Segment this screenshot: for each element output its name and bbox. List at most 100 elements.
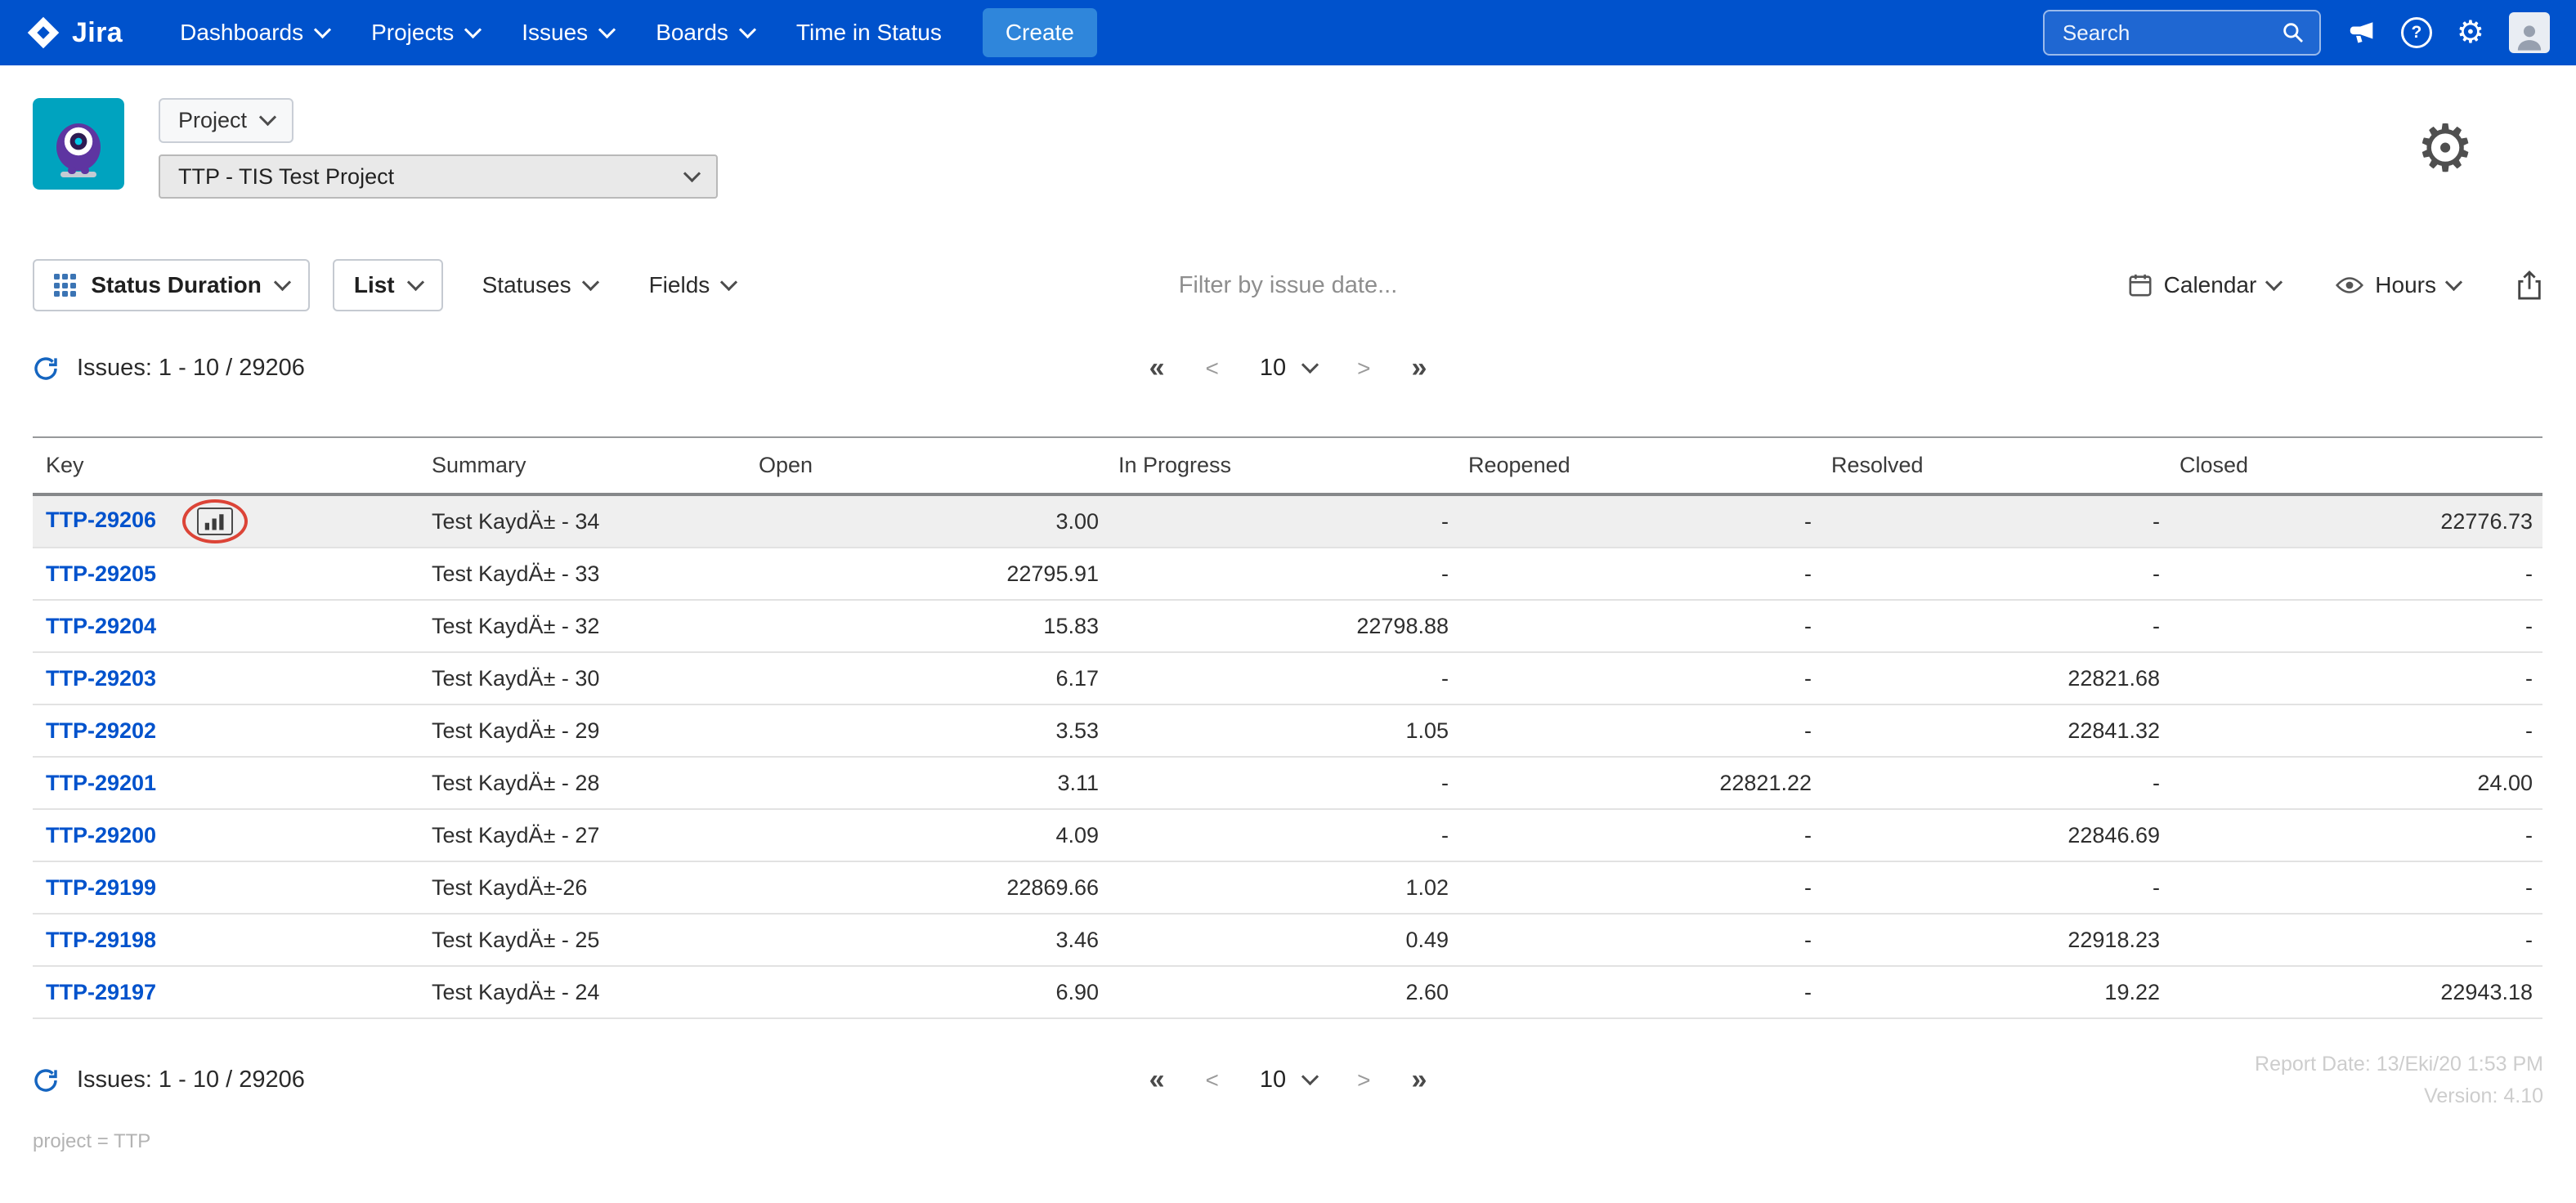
chevron-down-icon: [738, 20, 757, 38]
export-icon[interactable]: [2516, 270, 2543, 301]
plugin-version: Version: 4.10: [2424, 1084, 2543, 1107]
col-reopened: Reopened: [1458, 436, 1821, 496]
top-navbar: Jira Dashboards Projects Issues Boards T…: [0, 0, 2576, 65]
cell-open: 6.17: [749, 652, 1109, 705]
cell-key: TTP-29206: [33, 494, 422, 548]
time-format-dropdown[interactable]: Hours: [2336, 272, 2463, 298]
chevron-down-icon: [1301, 1068, 1319, 1086]
feedback-megaphone-icon[interactable]: [2347, 20, 2377, 46]
cell-open: 3.46: [749, 914, 1109, 967]
issue-date-filter-input[interactable]: [1023, 270, 1553, 301]
cell-closed: 24.00: [2170, 757, 2542, 810]
list-controls-bottom: Issues: 1 - 10 / 29206 « < 10 > » Report…: [0, 1049, 2576, 1112]
cell-resolved: -: [1821, 494, 2170, 548]
issue-key-link[interactable]: TTP-29204: [46, 614, 156, 638]
issue-key-link[interactable]: TTP-29198: [46, 928, 156, 952]
search-box: [2042, 10, 2321, 56]
calendar-dropdown[interactable]: Calendar: [2128, 272, 2283, 298]
first-page-button[interactable]: «: [1149, 352, 1165, 384]
brand-wordmark: Jira: [72, 16, 123, 48]
project-type-button[interactable]: Project: [159, 98, 294, 143]
view-selector-button[interactable]: List: [332, 259, 443, 311]
nav-issues[interactable]: Issues: [500, 0, 634, 65]
project-type-label: Project: [178, 108, 248, 132]
help-icon[interactable]: ?: [2400, 17, 2432, 48]
nav-dashboards[interactable]: Dashboards: [159, 0, 350, 65]
pagination-bottom: « < 10 > »: [1149, 1064, 1427, 1096]
cell-resolved: 19.22: [1821, 966, 2170, 1019]
issue-key-link[interactable]: TTP-29202: [46, 718, 156, 743]
cell-reopened: -: [1458, 861, 1821, 915]
search-icon[interactable]: [2282, 21, 2305, 44]
cell-summary: Test KaydÄ± - 34: [422, 494, 749, 548]
cell-summary: Test KaydÄ±-26: [422, 861, 749, 915]
create-button[interactable]: Create: [982, 8, 1097, 57]
cell-reopened: -: [1458, 704, 1821, 758]
prev-page-button[interactable]: <: [1206, 356, 1219, 382]
cell-resolved: 22841.32: [1821, 704, 2170, 758]
cell-in-progress: 22798.88: [1109, 600, 1458, 653]
chevron-down-icon: [313, 20, 332, 38]
cell-key: TTP-29197: [33, 966, 422, 1019]
next-page-button[interactable]: >: [1357, 356, 1370, 382]
issue-key-link[interactable]: TTP-29197: [46, 980, 156, 1004]
first-page-button[interactable]: «: [1149, 1064, 1165, 1096]
bar-chart-icon[interactable]: [197, 508, 234, 535]
prev-page-button[interactable]: <: [1206, 1067, 1219, 1093]
page-size-dropdown[interactable]: 10: [1259, 355, 1319, 382]
refresh-icon[interactable]: [33, 1067, 59, 1093]
issue-key-link[interactable]: TTP-29205: [46, 561, 156, 586]
cell-in-progress: -: [1109, 494, 1458, 548]
table-header-row: Key Summary Open In Progress Reopened Re…: [33, 436, 2542, 496]
cell-reopened: -: [1458, 652, 1821, 705]
refresh-icon[interactable]: [33, 356, 59, 382]
issue-key-link[interactable]: TTP-29203: [46, 666, 156, 691]
report-type-label: Status Duration: [91, 272, 262, 297]
last-page-button[interactable]: »: [1411, 1064, 1427, 1096]
cell-open: 3.53: [749, 704, 1109, 758]
next-page-button[interactable]: >: [1357, 1067, 1370, 1093]
issue-key-link[interactable]: TTP-29201: [46, 771, 156, 795]
table-row: TTP-29202 Test KaydÄ± - 29 3.53 1.05 - 2…: [33, 704, 2542, 758]
cell-closed: 22943.18: [2170, 966, 2542, 1019]
jql-query-text: project = TTP: [33, 1129, 151, 1152]
user-avatar[interactable]: [2509, 12, 2550, 53]
cell-in-progress: 2.60: [1109, 966, 1458, 1019]
issue-key-link[interactable]: TTP-29200: [46, 823, 156, 847]
nav-boards[interactable]: Boards: [634, 0, 775, 65]
chevron-down-icon: [464, 20, 482, 38]
jira-logo[interactable]: Jira: [26, 16, 123, 50]
project-select[interactable]: TTP - TIS Test Project: [159, 154, 718, 199]
statuses-dropdown[interactable]: Statuses: [482, 272, 599, 298]
project-controls: Project TTP - TIS Test Project: [159, 98, 718, 199]
chevron-down-icon: [406, 273, 424, 291]
last-page-button[interactable]: »: [1411, 352, 1427, 384]
cell-key: TTP-29203: [33, 652, 422, 705]
cell-in-progress: -: [1109, 548, 1458, 601]
jira-logo-icon: [26, 16, 60, 50]
cell-key: TTP-29205: [33, 548, 422, 601]
report-type-button[interactable]: Status Duration: [33, 259, 310, 311]
page-size-value: 10: [1259, 355, 1287, 381]
settings-gear-icon[interactable]: ⚙: [2416, 115, 2475, 181]
calendar-icon: [2128, 273, 2153, 297]
cell-closed: -: [2170, 914, 2542, 967]
nav-settings-gear-icon[interactable]: ⚙: [2457, 17, 2484, 48]
cell-resolved: -: [1821, 600, 2170, 653]
col-closed: Closed: [2170, 436, 2542, 496]
issue-key-link[interactable]: TTP-29199: [46, 875, 156, 900]
fields-dropdown[interactable]: Fields: [649, 272, 738, 298]
table-row: TTP-29199 Test KaydÄ±-26 22869.66 1.02 -…: [33, 861, 2542, 915]
cell-in-progress: 1.02: [1109, 861, 1458, 915]
issues-summary-line: Issues: 1 - 10 / 29206: [33, 1067, 1149, 1093]
issue-key-link[interactable]: TTP-29206: [46, 508, 156, 532]
calendar-label: Calendar: [2163, 272, 2257, 297]
project-avatar: [33, 98, 124, 190]
search-input[interactable]: [2059, 18, 2272, 47]
nav-time-in-status[interactable]: Time in Status: [775, 0, 963, 65]
cell-in-progress: -: [1109, 757, 1458, 810]
cell-key: TTP-29204: [33, 600, 422, 653]
nav-projects[interactable]: Projects: [350, 0, 500, 65]
page-size-dropdown[interactable]: 10: [1260, 1067, 1319, 1093]
table-row: TTP-29204 Test KaydÄ± - 32 15.83 22798.8…: [33, 600, 2542, 653]
